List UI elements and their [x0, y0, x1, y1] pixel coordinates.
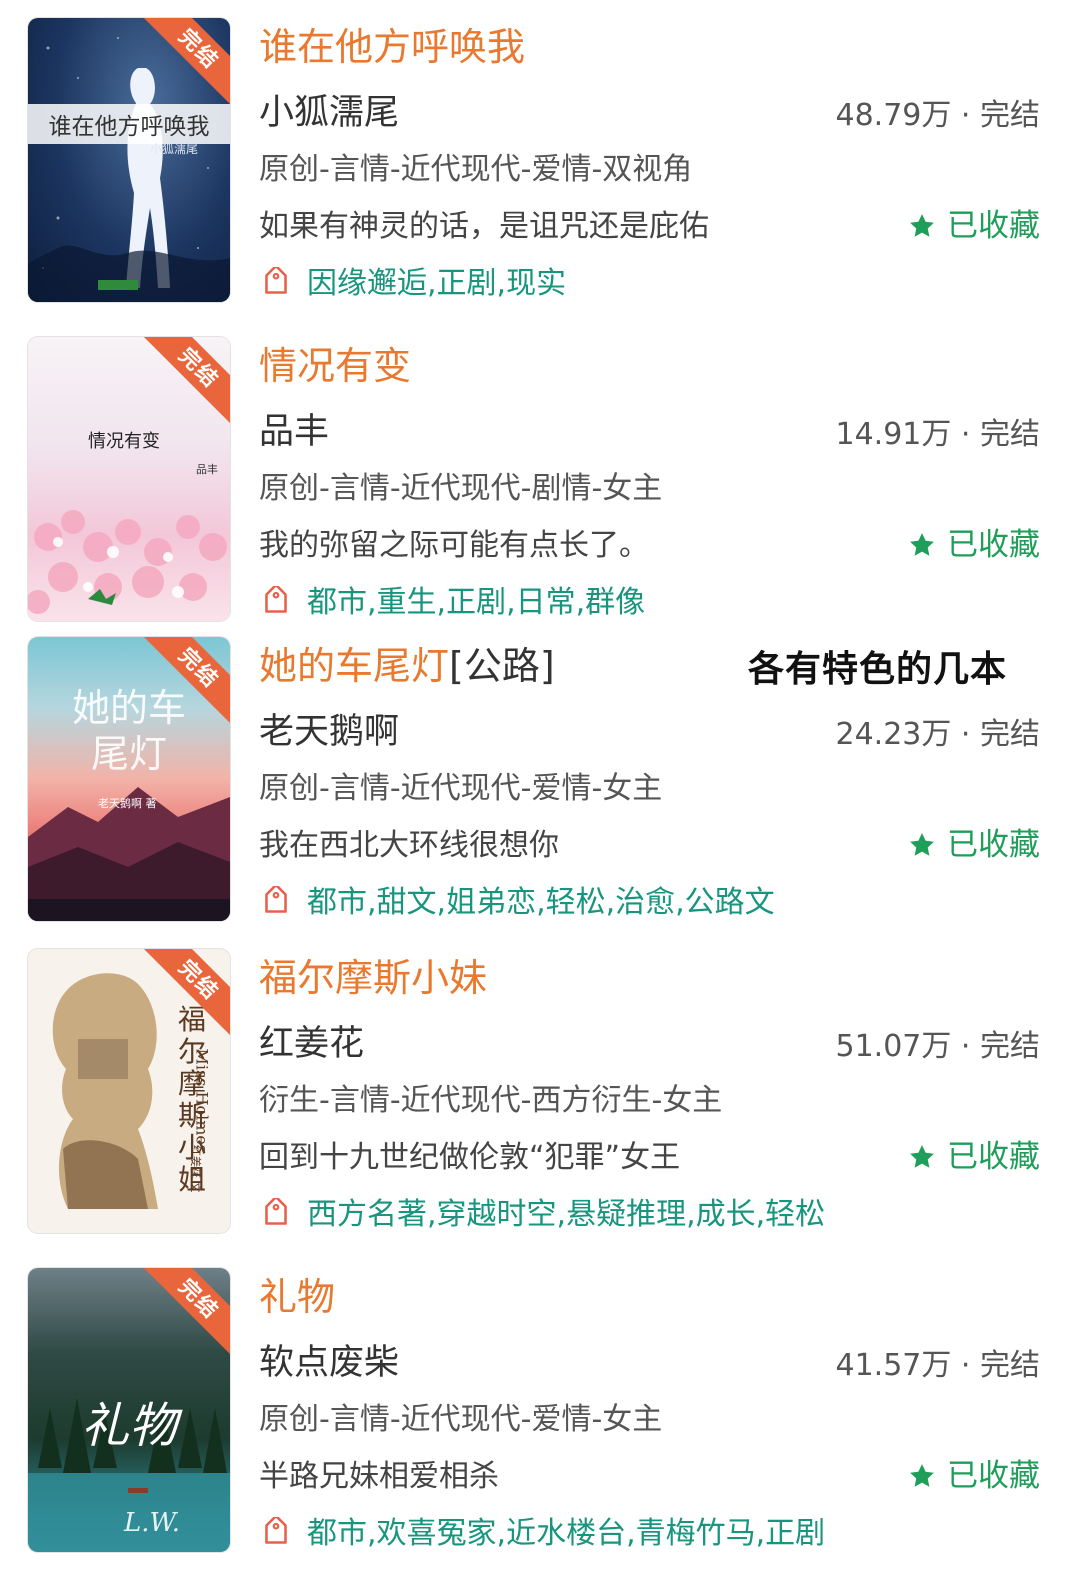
- book-title[interactable]: 情况有变: [259, 343, 411, 389]
- cover-author: 品丰: [196, 463, 218, 476]
- book-tags: 西方名著,穿越时空,悬疑推理,成长,轻松: [259, 1196, 825, 1234]
- tag-icon: [265, 886, 287, 913]
- tags-text: 都市,甜文,姐弟恋,轻松,治愈,公路文: [307, 885, 775, 920]
- book-title[interactable]: 礼物: [259, 1274, 335, 1320]
- cover-title: 礼物: [80, 1398, 177, 1454]
- star-icon: [910, 533, 934, 556]
- favorite-button[interactable]: 已收藏: [907, 1456, 1040, 1496]
- favorite-label: 已收藏: [947, 527, 1040, 563]
- book-category: 原创-言情-近代现代-爱情-双视角: [259, 152, 693, 187]
- cover-title: 她的车尾灯: [71, 686, 186, 776]
- book-cover[interactable]: 谁在他方呼唤我 小狐濡尾 完结: [28, 18, 230, 302]
- book-author[interactable]: 品丰: [259, 410, 329, 454]
- book-author[interactable]: 老天鹅啊: [259, 710, 399, 754]
- book-intro: 回到十九世纪做伦敦“犯罪”女王: [259, 1140, 681, 1175]
- favorite-label: 已收藏: [947, 1139, 1040, 1175]
- cover-title: 谁在他方呼唤我: [28, 104, 230, 144]
- tags-text: 都市,重生,正剧,日常,群像: [307, 585, 646, 620]
- book-title[interactable]: 她的车尾灯[公路]: [259, 643, 555, 689]
- cover-author: L.W.: [124, 1508, 180, 1538]
- book-intro: 我在西北大环线很想你: [259, 828, 559, 863]
- book-stats: 48.79万 · 完结: [835, 98, 1041, 133]
- favorite-label: 已收藏: [947, 208, 1040, 244]
- book-title-text: 她的车尾灯: [259, 644, 450, 688]
- tag-icon: [265, 586, 287, 613]
- book-category: 原创-言情-近代现代-爱情-女主: [259, 1402, 663, 1437]
- star-icon: [910, 1145, 934, 1168]
- book-tags: 都市,重生,正剧,日常,群像: [259, 584, 645, 622]
- book-title-text: 福尔摩斯小妹: [259, 956, 488, 1000]
- book-author[interactable]: 软点废柴: [259, 1341, 399, 1385]
- cover-title: 情况有变: [88, 431, 160, 452]
- favorite-button[interactable]: 已收藏: [907, 825, 1040, 865]
- book-stats: 41.57万 · 完结: [835, 1348, 1041, 1383]
- tag-icon: [265, 1517, 287, 1544]
- cover-author: 红姜花 文: [189, 1145, 202, 1193]
- favorite-label: 已收藏: [947, 1458, 1040, 1494]
- book-category: 原创-言情-近代现代-爱情-女主: [259, 771, 663, 806]
- book-cover[interactable]: 情况有变 品丰 完结: [28, 337, 230, 621]
- book-stats: 24.23万 · 完结: [835, 717, 1041, 752]
- book-title[interactable]: 谁在他方呼唤我: [259, 24, 525, 70]
- book-title-suffix: [公路]: [449, 644, 555, 688]
- book-stats: 51.07万 · 完结: [835, 1029, 1041, 1064]
- book-author[interactable]: 小狐濡尾: [259, 91, 399, 135]
- book-intro: 半路兄妹相爱相杀: [259, 1459, 499, 1494]
- cover-author: 老天鹅啊 著: [98, 797, 157, 810]
- tag-icon: [265, 1198, 287, 1225]
- book-cover[interactable]: 她的车尾灯 老天鹅啊 著 完结: [28, 637, 230, 921]
- book-title-text: 礼物: [259, 1275, 336, 1319]
- favorite-button[interactable]: 已收藏: [907, 206, 1040, 246]
- tag-icon: [265, 267, 287, 294]
- tags-text: 西方名著,穿越时空,悬疑推理,成长,轻松: [307, 1197, 826, 1232]
- favorite-button[interactable]: 已收藏: [907, 525, 1040, 565]
- star-icon: [910, 833, 934, 856]
- overlay-caption: 各有特色的几本: [748, 649, 1008, 690]
- cover-author: 小狐濡尾: [150, 142, 199, 156]
- star-icon: [910, 1464, 934, 1487]
- favorite-button[interactable]: 已收藏: [907, 1137, 1040, 1177]
- book-tags: 都市,欢喜冤家,近水楼台,青梅竹马,正剧: [259, 1515, 825, 1553]
- book-title-text: 谁在他方呼唤我: [259, 25, 526, 69]
- book-title-text: 情况有变: [259, 344, 412, 388]
- star-icon: [910, 214, 934, 237]
- book-stats: 14.91万 · 完结: [835, 417, 1041, 452]
- book-intro: 如果有神灵的话，是诅咒还是庇佑: [259, 209, 709, 244]
- book-tags: 因缘邂逅,正剧,现实: [259, 265, 566, 303]
- book-author[interactable]: 红姜花: [259, 1022, 364, 1066]
- book-title[interactable]: 福尔摩斯小妹: [259, 955, 487, 1001]
- tags-text: 因缘邂逅,正剧,现实: [307, 266, 567, 301]
- book-tags: 都市,甜文,姐弟恋,轻松,治愈,公路文: [259, 884, 775, 922]
- book-cover[interactable]: 礼物 L.W. 完结: [28, 1268, 230, 1552]
- book-cover[interactable]: 福尔摩斯小姐 Miss Holmes 红姜花 文 完结: [28, 949, 230, 1233]
- tags-text: 都市,欢喜冤家,近水楼台,青梅竹马,正剧: [307, 1516, 826, 1551]
- book-category: 衍生-言情-近代现代-西方衍生-女主: [259, 1083, 723, 1118]
- book-category: 原创-言情-近代现代-剧情-女主: [259, 471, 663, 506]
- book-intro: 我的弥留之际可能有点长了。: [259, 528, 649, 563]
- favorite-label: 已收藏: [947, 827, 1040, 863]
